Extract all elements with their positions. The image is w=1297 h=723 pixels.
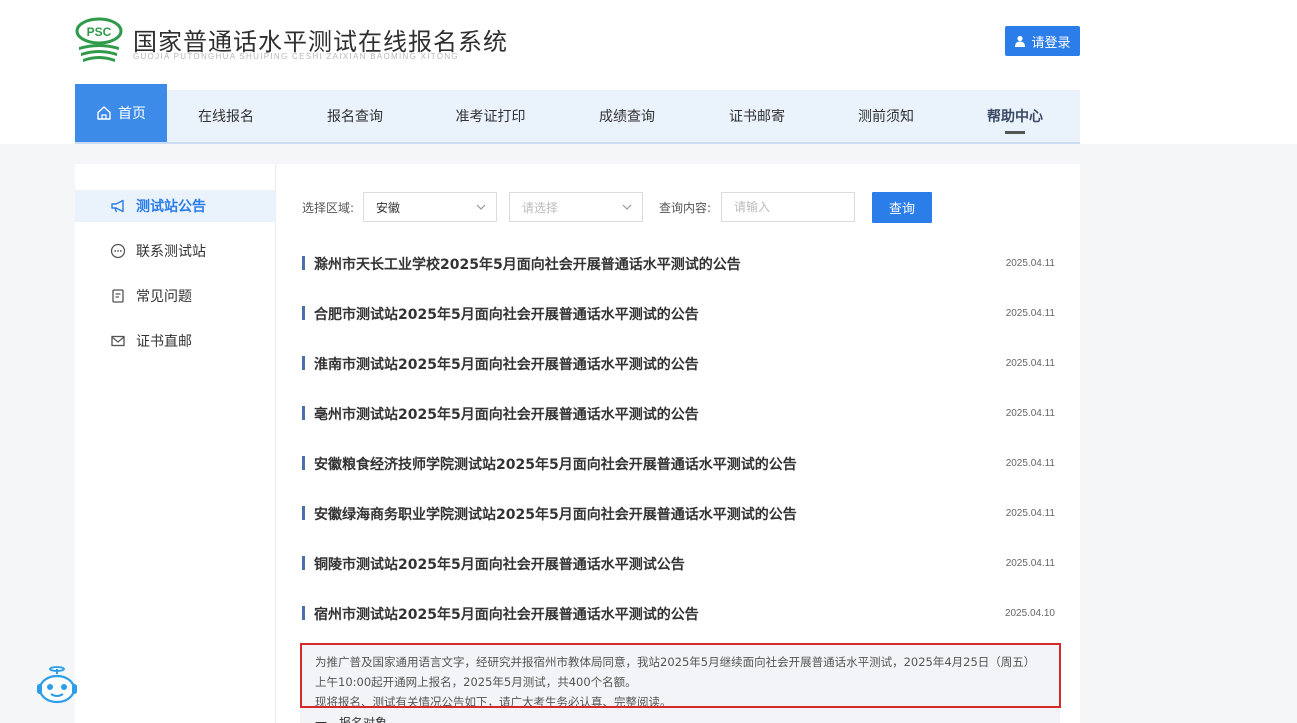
detail-line: 现将报名、测试有关情况公告如下，请广大考生务必认真、完整阅读。 [315,695,672,709]
notice-date: 2025.04.11 [1005,308,1055,319]
nav-help-center[interactable]: 帮助中心 [971,90,1059,142]
province-value: 安徽 [376,200,401,215]
province-select[interactable]: 安徽 [363,192,497,222]
notice-date: 2025.04.11 [1005,258,1055,269]
sidebar-item-contact[interactable]: 联系测试站 [75,235,276,267]
notice-bullet [302,406,305,420]
site-logo[interactable]: PSC 国家普通话水平测试在线报名系统 GUOJIA PUTONGHUA SHU… [75,17,525,67]
chat-robot-icon[interactable] [35,665,79,705]
nav-active-indicator [1005,131,1025,134]
sidebar-item-faq[interactable]: 常见问题 [75,280,276,312]
top-header: PSC 国家普通话水平测试在线报名系统 GUOJIA PUTONGHUA SHU… [0,0,1297,144]
chevron-down-icon [622,204,632,210]
login-button[interactable]: 请登录 [1005,26,1080,56]
nav-score-query[interactable]: 成绩查询 [583,90,671,142]
nav-admission-print[interactable]: 准考证打印 [440,90,541,142]
nav-certificate-mail[interactable]: 证书邮寄 [713,90,801,142]
notice-title: 安徽绿海商务职业学院测试站2025年5月面向社会开展普通话水平测试的公告 [314,507,797,523]
document-icon [112,289,124,303]
user-icon [1015,35,1026,47]
notice-bullet [302,306,305,320]
chat-icon [110,243,126,259]
sidebar-item-label: 常见问题 [136,289,192,305]
notice-title: 宿州市测试站2025年5月面向社会开展普通话水平测试的公告 [314,607,699,623]
query-button[interactable]: 查询 [872,192,932,223]
main-nav: 首页 在线报名 报名查询 准考证打印 成绩查询 证书邮寄 测前须知 帮助中心 [75,84,1080,144]
notice-item[interactable]: 铜陵市测试站2025年5月面向社会开展普通话水平测试公告 2025.04.11 [300,539,1055,589]
notice-item[interactable]: 滁州市天长工业学校2025年5月面向社会开展普通话水平测试的公告 2025.04… [300,239,1055,289]
notice-detail-preview: 为推广普及国家通用语言文字，经研究并报宿州市教体局同意，我站2025年5月继续面… [300,643,1060,723]
notice-date: 2025.04.11 [1005,408,1055,419]
notice-date: 2025.04.11 [1005,558,1055,569]
city-select[interactable]: 请选择 [509,192,643,222]
notice-title: 亳州市测试站2025年5月面向社会开展普通话水平测试的公告 [314,407,699,423]
detail-line: 为推广普及国家通用语言文字，经研究并报宿州市教体局同意，我站2025年5月继续面… [315,655,1036,669]
content-input[interactable] [721,192,855,222]
notice-title: 安徽粮食经济技师学院测试站2025年5月面向社会开展普通话水平测试的公告 [314,457,797,473]
notice-title: 铜陵市测试站2025年5月面向社会开展普通话水平测试公告 [314,557,685,573]
notice-date: 2025.04.11 [1005,358,1055,369]
sidebar-item-label: 联系测试站 [136,244,206,260]
nav-home[interactable]: 首页 [75,84,167,142]
notice-bullet [302,606,305,620]
sidebar: 测试站公告 联系测试站 常见问题 证书直邮 [75,164,276,723]
megaphone-icon [111,199,124,213]
home-icon [97,106,111,120]
notice-title: 滁州市天长工业学校2025年5月面向社会开展普通话水平测试的公告 [314,257,741,273]
city-placeholder: 请选择 [522,200,559,215]
notice-date: 2025.04.11 [1005,458,1055,469]
nav-help-center-label: 帮助中心 [987,109,1043,125]
mail-icon [111,335,125,347]
login-label: 请登录 [1031,35,1071,51]
sidebar-item-label: 测试站公告 [136,199,206,215]
detail-section-heading: 一、报名对象 [315,716,388,723]
psc-logo-icon: PSC [75,17,123,62]
search-filter: 选择区域: 安徽 请选择 查询内容: 查询 [302,192,1002,223]
notice-bullet [302,356,305,370]
nav-pretest-notice[interactable]: 测前须知 [842,90,930,142]
chevron-down-icon [476,204,486,210]
svg-text:PSC: PSC [87,25,112,39]
notice-date: 2025.04.11 [1005,508,1055,519]
notice-item[interactable]: 安徽绿海商务职业学院测试站2025年5月面向社会开展普通话水平测试的公告 202… [300,489,1055,539]
notice-bullet [302,456,305,470]
detail-line: 上午10:00起开通网上报名，2025年5月测试，共400个名额。 [315,675,637,689]
notice-item[interactable]: 宿州市测试站2025年5月面向社会开展普通话水平测试的公告 2025.04.10 [300,589,1055,639]
notice-item[interactable]: 淮南市测试站2025年5月面向社会开展普通话水平测试的公告 2025.04.11 [300,339,1055,389]
site-subtitle: GUOJIA PUTONGHUA SHUIPING CESHI ZAIXIAN … [133,52,459,61]
notice-title: 合肥市测试站2025年5月面向社会开展普通话水平测试的公告 [314,307,699,323]
content-label: 查询内容: [659,201,712,215]
sidebar-item-announcements[interactable]: 测试站公告 [75,190,276,222]
nav-home-label: 首页 [118,106,146,122]
notice-bullet [302,506,305,520]
notice-item[interactable]: 安徽粮食经济技师学院测试站2025年5月面向社会开展普通话水平测试的公告 202… [300,439,1055,489]
region-label: 选择区域: [302,201,355,215]
notice-item[interactable]: 亳州市测试站2025年5月面向社会开展普通话水平测试的公告 2025.04.11 [300,389,1055,439]
sidebar-item-label: 证书直邮 [136,334,192,350]
nav-online-register[interactable]: 在线报名 [182,90,270,142]
nav-register-query[interactable]: 报名查询 [311,90,399,142]
notice-item[interactable]: 合肥市测试站2025年5月面向社会开展普通话水平测试的公告 2025.04.11 [300,289,1055,339]
sidebar-item-cert-mail[interactable]: 证书直邮 [75,325,276,357]
content-panel: 测试站公告 联系测试站 常见问题 证书直邮 选择区域: 安徽 请选择 查询内容:… [75,164,1080,723]
notice-bullet [302,556,305,570]
notice-bullet [302,256,305,270]
notice-title: 淮南市测试站2025年5月面向社会开展普通话水平测试的公告 [314,357,699,373]
notice-date: 2025.04.10 [1004,608,1055,619]
